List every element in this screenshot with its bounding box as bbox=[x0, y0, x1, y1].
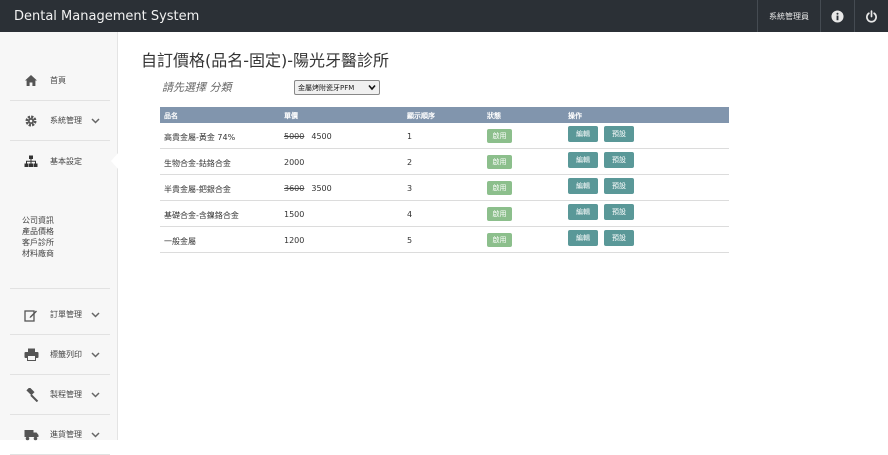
edit-button[interactable]: 編輯 bbox=[568, 204, 598, 220]
chevron-down-icon bbox=[88, 428, 102, 442]
gavel-icon bbox=[22, 386, 40, 404]
top-navbar: Dental Management System 系統管理員 bbox=[0, 0, 888, 32]
column-header-actions: 操作 bbox=[568, 112, 582, 120]
edit-button[interactable]: 編輯 bbox=[568, 152, 598, 168]
page-title: 自訂價格(品名-固定)-陽光牙醫診所 bbox=[141, 51, 390, 70]
category-select[interactable]: 金屬烤附瓷牙PFM bbox=[294, 80, 380, 95]
edit-button[interactable]: 編輯 bbox=[568, 178, 598, 194]
info-button[interactable] bbox=[820, 0, 854, 32]
status-button[interactable]: 啟用 bbox=[487, 155, 512, 169]
sidebar-item-basic-settings[interactable]: 基本設定 bbox=[10, 141, 110, 181]
sidebar-item-system[interactable]: 系統管理 bbox=[10, 101, 110, 141]
submenu-item-clinic[interactable]: 客戶診所 bbox=[22, 237, 54, 248]
sidebar-item-label: 系統管理 bbox=[50, 116, 82, 125]
sidebar-item-label-print[interactable]: 標籤列印 bbox=[10, 335, 110, 375]
category-select-value: 金屬烤附瓷牙PFM bbox=[298, 83, 355, 92]
custom-price: 4500 bbox=[311, 132, 332, 141]
chevron-down-icon bbox=[88, 114, 102, 128]
table-header: 品名 單價 顯示順序 狀態 操作 bbox=[160, 107, 729, 123]
column-header-name: 品名 bbox=[164, 112, 178, 120]
status-button[interactable]: 啟用 bbox=[487, 181, 512, 195]
preset-button[interactable]: 預設 bbox=[604, 230, 634, 246]
home-icon bbox=[22, 72, 40, 90]
price-cell: 1200 bbox=[284, 236, 304, 245]
table-row: 半貴金屬-鈀銀合金 3600 3500 3 啟用 編輯 預設 bbox=[160, 175, 729, 201]
submenu-item-supplier[interactable]: 材料廠商 bbox=[22, 248, 54, 259]
status-button[interactable]: 啟用 bbox=[487, 233, 512, 247]
sidebar-item-home[interactable]: 首頁 bbox=[10, 61, 110, 101]
filter-label: 請先選擇 分類 bbox=[162, 81, 232, 94]
truck-icon bbox=[22, 426, 40, 444]
price-cell: 5000 4500 bbox=[284, 132, 332, 141]
table-row: 一般金屬 1200 5 啟用 編輯 預設 bbox=[160, 227, 729, 253]
custom-price: 1200 bbox=[284, 236, 305, 245]
product-name: 半貴金屬-鈀銀合金 bbox=[164, 185, 231, 194]
sidebar-item-orders[interactable]: 訂單管理 bbox=[10, 295, 110, 335]
sidebar-item-label: 基本設定 bbox=[50, 156, 82, 166]
edit-button[interactable]: 編輯 bbox=[568, 126, 598, 142]
chevron-down-icon bbox=[368, 84, 376, 91]
display-order: 2 bbox=[407, 158, 413, 167]
submenu-basic-settings: 公司資訊 產品價格 客戶診所 材料廠商 bbox=[22, 215, 54, 259]
sidebar-item-label: 首頁 bbox=[50, 76, 66, 85]
original-price: 3600 bbox=[284, 184, 305, 193]
preset-button[interactable]: 預設 bbox=[604, 126, 634, 142]
product-name: 基礎合金-含鎳鉻合金 bbox=[164, 211, 239, 220]
divider bbox=[10, 288, 110, 289]
sidebar-item-label: 標籤列印 bbox=[50, 350, 82, 359]
custom-price: 1500 bbox=[284, 210, 305, 219]
table-row: 高貴金屬-黃金 74% 5000 4500 1 啟用 編輯 預設 bbox=[160, 123, 729, 149]
table-row: 基礎合金-含鎳鉻合金 1500 4 啟用 編輯 預設 bbox=[160, 201, 729, 227]
gear-icon bbox=[22, 112, 40, 130]
sidebar-item-purchase[interactable]: 進貨管理 bbox=[10, 415, 110, 455]
sidebar-item-label: 製程管理 bbox=[50, 390, 82, 399]
product-name: 生物合金-鈷鉻合金 bbox=[164, 159, 231, 168]
user-menu[interactable]: 系統管理員 bbox=[757, 0, 820, 32]
submenu-item-product-price[interactable]: 產品價格 bbox=[22, 226, 54, 237]
product-name: 一般金屬 bbox=[164, 237, 196, 246]
edit-icon bbox=[22, 306, 40, 324]
chevron-down-icon bbox=[88, 308, 102, 322]
sitemap-icon bbox=[22, 152, 40, 170]
status-button[interactable]: 啟用 bbox=[487, 207, 512, 221]
preset-button[interactable]: 預設 bbox=[604, 152, 634, 168]
product-name: 高貴金屬-黃金 74% bbox=[164, 133, 236, 142]
active-indicator bbox=[111, 152, 119, 170]
power-icon bbox=[866, 9, 877, 23]
sidebar-item-label: 訂單管理 bbox=[50, 310, 82, 319]
info-icon bbox=[831, 9, 844, 23]
price-cell: 1500 bbox=[284, 210, 304, 219]
display-order: 3 bbox=[407, 184, 413, 193]
app-title[interactable]: Dental Management System bbox=[0, 9, 757, 24]
preset-button[interactable]: 預設 bbox=[604, 204, 634, 220]
column-header-status: 狀態 bbox=[487, 112, 501, 120]
price-table: 品名 單價 顯示順序 狀態 操作 高貴金屬-黃金 74% 5000 4500 1 … bbox=[160, 107, 729, 253]
chevron-down-icon bbox=[88, 388, 102, 402]
display-order: 1 bbox=[407, 132, 413, 141]
column-header-order: 顯示順序 bbox=[407, 112, 435, 120]
logout-button[interactable] bbox=[854, 0, 888, 32]
sidebar: 首頁 系統管理 基本設定 公司資訊 產品價格 客戶診所 材料廠商 訂單管理 標籤… bbox=[0, 32, 119, 455]
printer-icon bbox=[22, 346, 40, 364]
sidebar-item-label: 進貨管理 bbox=[50, 430, 82, 439]
display-order: 4 bbox=[407, 210, 413, 219]
display-order: 5 bbox=[407, 236, 413, 245]
preset-button[interactable]: 預設 bbox=[604, 178, 634, 194]
custom-price: 2000 bbox=[284, 158, 305, 167]
edit-button[interactable]: 編輯 bbox=[568, 230, 598, 246]
price-cell: 3600 3500 bbox=[284, 184, 332, 193]
submenu-item-company[interactable]: 公司資訊 bbox=[22, 215, 54, 226]
status-button[interactable]: 啟用 bbox=[487, 129, 512, 143]
custom-price: 3500 bbox=[311, 184, 332, 193]
table-row: 生物合金-鈷鉻合金 2000 2 啟用 編輯 預設 bbox=[160, 149, 729, 175]
chevron-down-icon bbox=[88, 348, 102, 362]
sidebar-item-process[interactable]: 製程管理 bbox=[10, 375, 110, 415]
original-price: 5000 bbox=[284, 132, 305, 141]
price-cell: 2000 bbox=[284, 158, 304, 167]
column-header-price: 單價 bbox=[284, 112, 298, 120]
